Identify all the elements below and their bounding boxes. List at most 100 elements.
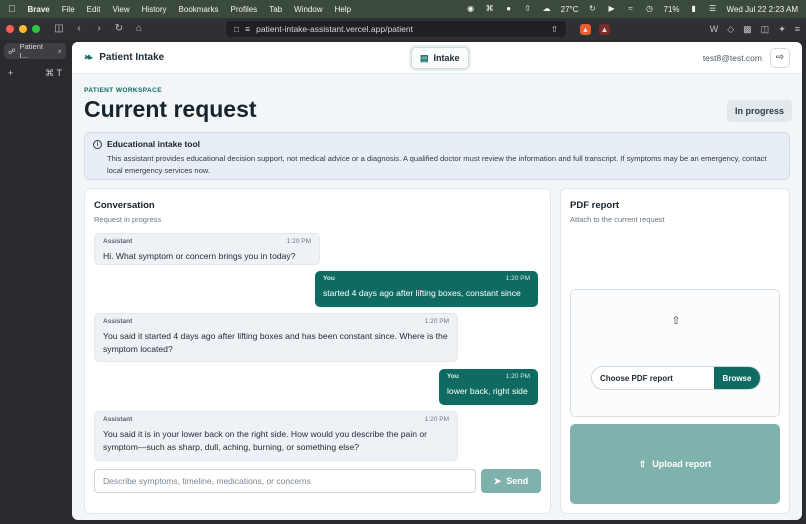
play-icon[interactable]: ▶ [607, 5, 617, 13]
message-author: Assistant [103, 416, 133, 423]
menu-history[interactable]: History [142, 5, 167, 14]
home-icon[interactable]: ⌂ [132, 22, 146, 36]
page-eyebrow: PATIENT WORKSPACE [84, 87, 162, 94]
control-center-icon[interactable]: ☰ [708, 5, 718, 13]
message-text: Hi. What symptom or concern brings you i… [103, 251, 296, 261]
command-icon[interactable]: ⌘ [485, 5, 495, 13]
close-window-button[interactable] [6, 25, 14, 33]
brave-shields-icon[interactable]: ▲ [580, 23, 591, 35]
menu-file[interactable]: File [62, 5, 75, 14]
upload-status-icon[interactable]: ⇧ [523, 5, 533, 13]
menu-window[interactable]: Window [294, 5, 322, 14]
assistant-message: Assistant 1:20 PM You said it started 4 d… [94, 313, 458, 362]
menu-view[interactable]: View [112, 5, 129, 14]
leo-icon[interactable]: ✦ [778, 24, 786, 35]
clock-icon[interactable]: ◷ [645, 5, 655, 13]
weather-temp[interactable]: 27°C [561, 5, 579, 14]
message-list[interactable]: Assistant 1:20 PM Hi. What symptom or con… [85, 229, 552, 465]
conversation-subtitle: Request in progress [94, 215, 162, 224]
browse-button[interactable]: Browse [714, 367, 760, 389]
menu-tab[interactable]: Tab [269, 5, 282, 14]
tab-tools: + ⌘ T [0, 62, 70, 85]
wallet-icon[interactable]: W [710, 24, 719, 35]
battery-percent[interactable]: 71% [664, 5, 680, 14]
assistant-message: Assistant 1:20 PM You said it is in your … [94, 411, 458, 461]
bookmark-icon[interactable]: □ [234, 24, 239, 34]
message-text: lower back, right side [447, 386, 528, 396]
message-input[interactable] [103, 476, 467, 486]
status-badge: In progress [727, 100, 793, 122]
menu-clock[interactable]: Wed Jul 22 2:23 AM [727, 5, 798, 14]
reload-icon[interactable]: ↻ [112, 22, 126, 36]
top-navigation: ❧ Patient Intake ▤ Intake test8@test.com… [72, 42, 802, 74]
zoom-window-button[interactable] [32, 25, 40, 33]
message-author: You [447, 373, 459, 380]
apple-menu-icon[interactable]:  [8, 4, 16, 15]
vertical-tabs-panel: ☍ Patient I... × + ⌘ T [0, 40, 70, 524]
send-button[interactable]: ➤ Send [481, 469, 541, 493]
user-message: You 1:20 PM lower back, right side [439, 369, 538, 405]
minimize-window-button[interactable] [19, 25, 27, 33]
notice-body: This assistant provides educational deci… [107, 154, 767, 175]
status-icon[interactable]: ● [504, 5, 514, 13]
menu-app-name[interactable]: Brave [28, 5, 50, 14]
logout-button[interactable]: ⇨ [770, 47, 790, 68]
pdf-dropzone[interactable]: ⇧ Choose PDF report Browse [570, 289, 780, 417]
menu-edit[interactable]: Edit [87, 5, 101, 14]
tab-intake[interactable]: ▤ Intake [411, 47, 469, 69]
window-controls [6, 25, 40, 33]
menu-bookmarks[interactable]: Bookmarks [179, 5, 219, 14]
site-settings-icon[interactable]: ≡ [245, 24, 250, 34]
new-tab-icon[interactable]: + [8, 68, 13, 79]
wifi-icon[interactable]: ≈ [626, 5, 636, 13]
user-message: You 1:20 PM started 4 days ago after lift… [315, 271, 538, 307]
puzzle-icon[interactable]: ▩ [743, 24, 752, 35]
notice-title: Educational intake tool [107, 139, 201, 149]
menu-status-area: ◉ ⌘ ● ⇧ ☁ 27°C ↻ ▶ ≈ ◷ 71% ▮ ☰ Wed Jul 2… [466, 5, 798, 14]
url-text[interactable]: patient-intake-assistant.vercel.app/pati… [256, 24, 413, 34]
conversation-title: Conversation [94, 200, 155, 211]
upload-icon: ⇧ [638, 458, 647, 469]
choose-pdf-label[interactable]: Choose PDF report [592, 367, 714, 389]
back-icon[interactable]: ‹ [72, 22, 86, 36]
browser-toolbar: ◫ ‹ › ↻ ⌂ □ ≡ patient-intake-assistant.v… [0, 18, 806, 40]
menu-icon[interactable]: ≡ [795, 24, 800, 35]
pdf-subtitle: Attach to the current request [570, 215, 665, 224]
page-title: Current request [84, 96, 257, 122]
macos-menu-bar:  Brave File Edit View History Bookmarks… [0, 0, 806, 18]
pdf-title: PDF report [570, 200, 620, 211]
extension-icon[interactable]: ◇ [727, 24, 734, 35]
tab-patient-intake[interactable]: ☍ Patient I... × [4, 42, 66, 60]
status-app-icon[interactable]: ◉ [466, 5, 476, 13]
address-bar[interactable]: □ ≡ patient-intake-assistant.vercel.app/… [226, 21, 566, 37]
sidebar-toggle-icon[interactable]: ◫ [52, 22, 66, 36]
upload-report-label: Upload report [652, 459, 712, 469]
conversation-panel: Conversation Request in progress Assista… [84, 188, 551, 514]
sidebar-panel-icon[interactable]: ◫ [761, 24, 770, 35]
chat-icon: ▤ [420, 52, 429, 63]
close-tab-icon[interactable]: × [57, 47, 62, 56]
menu-help[interactable]: Help [335, 5, 351, 14]
weather-icon[interactable]: ☁ [542, 5, 552, 13]
tab-title: Patient I... [19, 42, 43, 60]
brand[interactable]: ❧ Patient Intake [84, 51, 164, 64]
tab-intake-label: Intake [433, 53, 460, 63]
pdf-report-panel: PDF report Attach to the current request… [560, 188, 790, 514]
message-text: started 4 days ago after lifting boxes, … [323, 288, 521, 298]
file-picker[interactable]: Choose PDF report Browse [591, 366, 761, 390]
tab-command-icon[interactable]: ⌘ T [45, 68, 62, 79]
message-time: 1:20 PM [505, 275, 530, 282]
upload-icon: ⇧ [671, 315, 681, 327]
brave-rewards-icon[interactable]: ▲ [599, 23, 610, 35]
stethoscope-icon: ❧ [84, 52, 94, 64]
message-input-box[interactable] [94, 469, 476, 493]
user-email: test8@test.com [702, 52, 762, 63]
upload-report-button[interactable]: ⇧ Upload report [570, 424, 780, 504]
battery-icon[interactable]: ▮ [689, 5, 699, 13]
forward-icon[interactable]: › [92, 22, 106, 36]
tab-favicon-icon: ☍ [8, 46, 16, 56]
share-icon[interactable]: ⇧ [551, 24, 558, 35]
menu-profiles[interactable]: Profiles [231, 5, 258, 14]
send-icon: ➤ [493, 475, 502, 486]
refresh-icon[interactable]: ↻ [588, 5, 598, 13]
